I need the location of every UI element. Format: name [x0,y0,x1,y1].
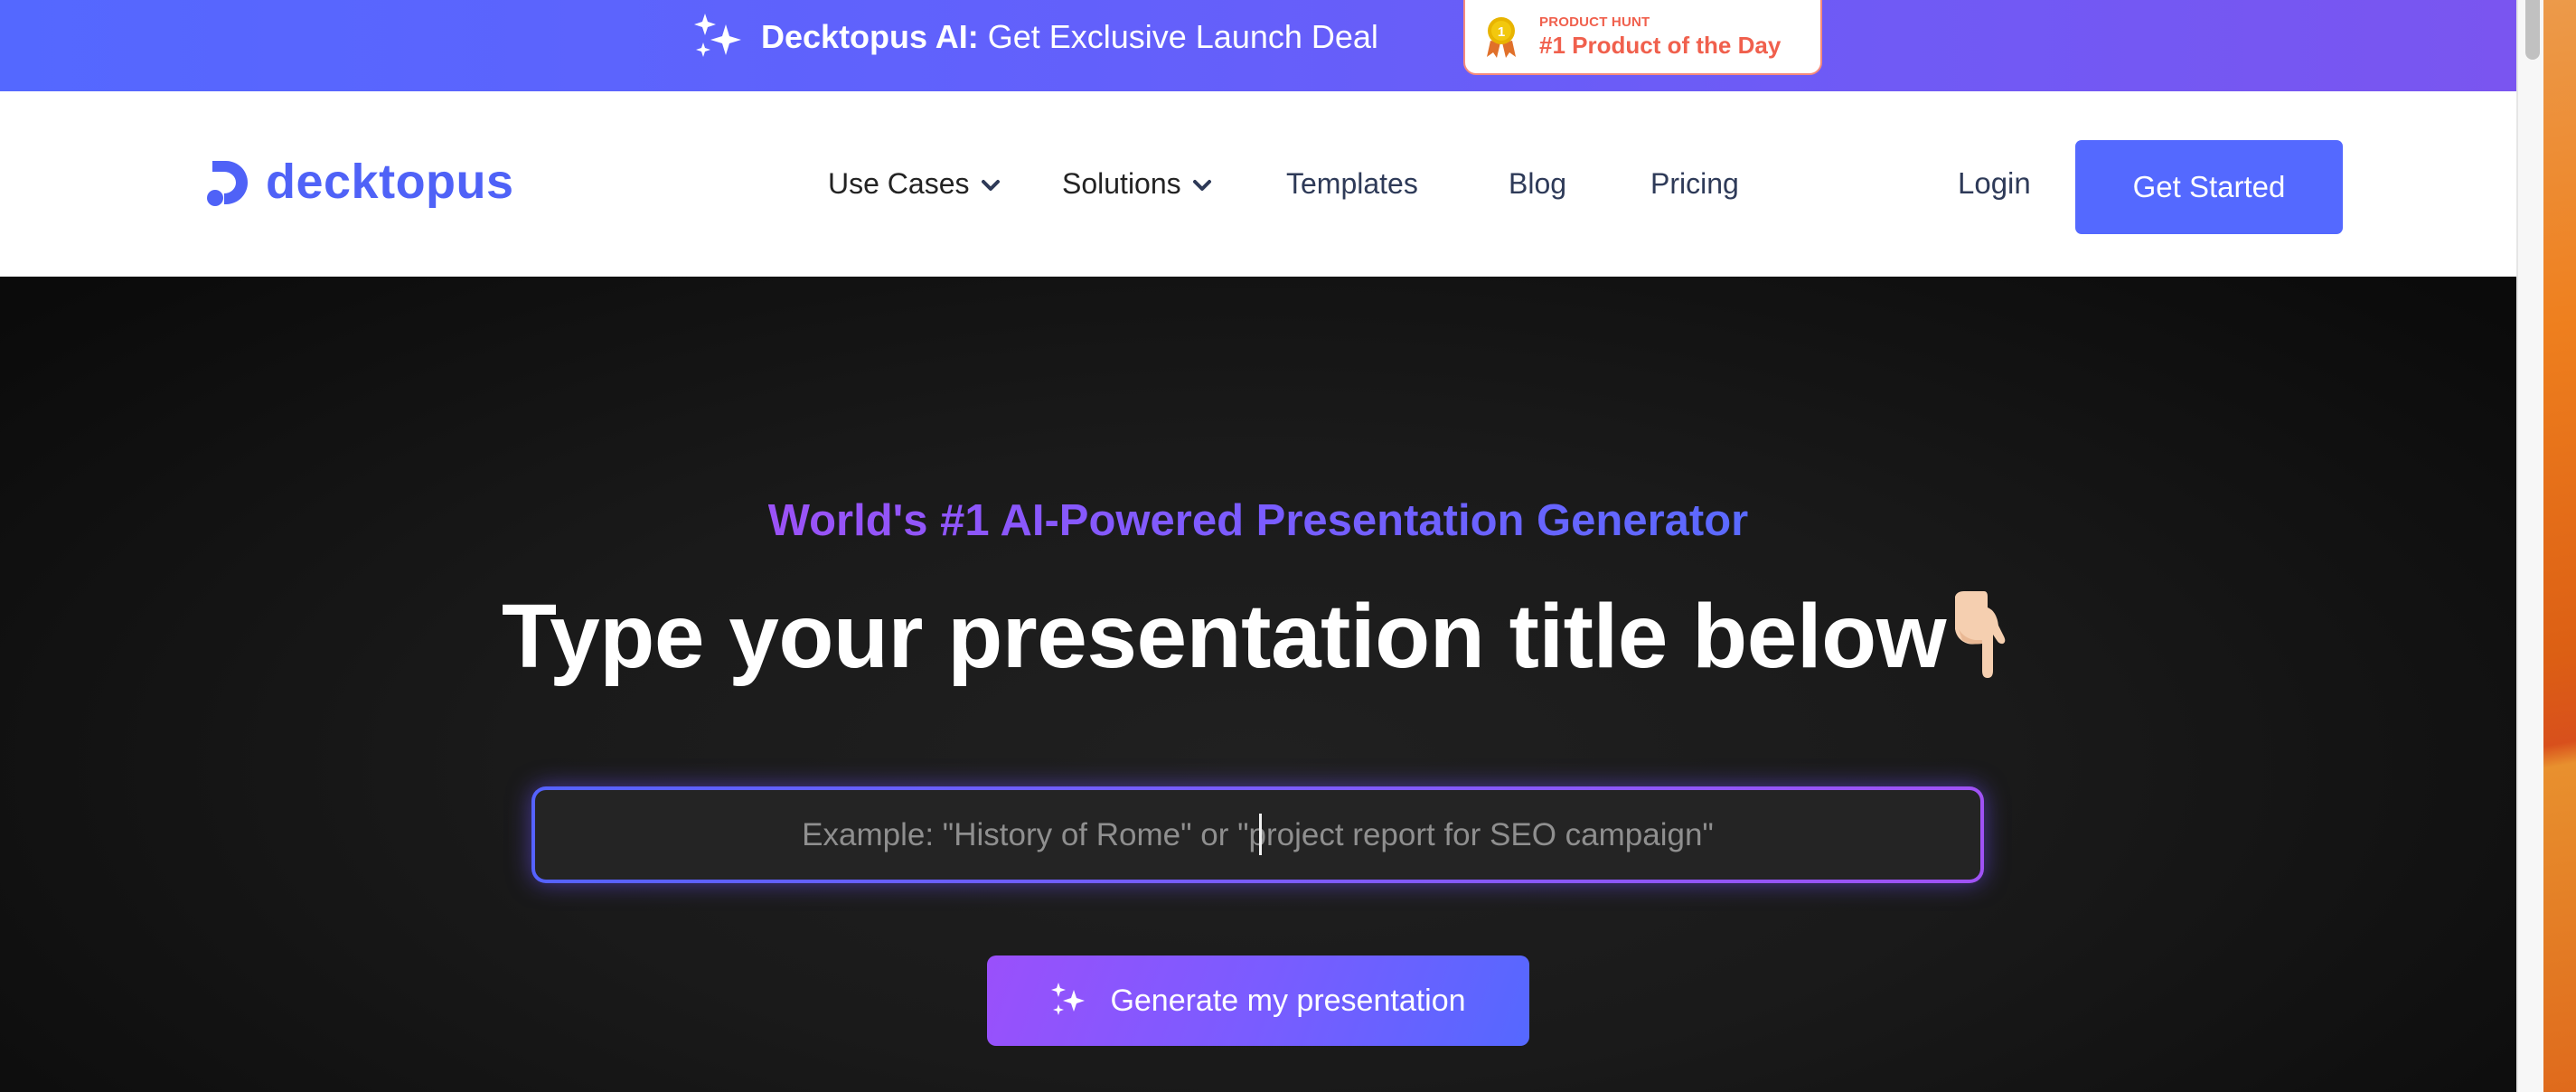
nav-pricing[interactable]: Pricing [1650,164,1739,203]
logo[interactable]: decktopus [206,155,514,211]
product-hunt-badge[interactable]: 1 PRODUCT HUNT #1 Product of the Day [1463,0,1822,75]
nav-use-cases-label: Use Cases [828,167,970,200]
nav-blog[interactable]: Blog [1509,164,1566,203]
generate-button-label: Generate my presentation [1110,983,1466,1018]
product-hunt-label: PRODUCT HUNT [1539,14,1650,30]
sparkles-icon [694,14,741,57]
title-input-inner [535,789,1980,880]
presentation-title-input[interactable] [535,789,1980,880]
decktopus-logo-icon [207,161,248,206]
get-started-button[interactable]: Get Started [2075,140,2343,234]
generate-presentation-button[interactable]: Generate my presentation [987,956,1529,1046]
promo-brand: Decktopus AI: [761,18,979,55]
scrollbar-thumb[interactable] [2525,0,2540,60]
nav-solutions[interactable]: Solutions [1062,164,1212,203]
medal-number: 1 [1498,24,1505,40]
login-link[interactable]: Login [1958,164,2031,203]
medal-icon: 1 [1487,17,1516,58]
nav-blog-label: Blog [1509,167,1567,200]
chevron-down-icon [981,180,1000,191]
nav-pricing-label: Pricing [1650,167,1739,200]
text-caret [1259,814,1262,855]
pointing-down-hand-icon [1955,591,2006,678]
promo-banner[interactable]: Decktopus AI: Get Exclusive Launch Deal … [0,0,2516,91]
chevron-down-icon [1192,180,1211,191]
product-hunt-award: #1 Product of the Day [1539,32,1782,59]
nav-solutions-label: Solutions [1062,167,1181,200]
hero-section: World's #1 AI-Powered Presentation Gener… [0,277,2516,1092]
promo-banner-text[interactable]: Decktopus AI: Get Exclusive Launch Deal [761,14,1378,60]
title-input-container [531,786,1984,883]
browser-page: Decktopus AI: Get Exclusive Launch Deal … [0,0,2516,1092]
desktop-wallpaper [2543,0,2576,1092]
hero-headline-text: Type your presentation title below [501,586,1947,687]
sparkles-icon [1051,983,1086,1015]
hero-eyebrow: World's #1 AI-Powered Presentation Gener… [0,494,2516,548]
nav-templates[interactable]: Templates [1286,164,1418,203]
page-scrollbar[interactable] [2516,0,2543,1092]
hero-eyebrow-text: World's #1 AI-Powered Presentation Gener… [767,496,1749,545]
logo-text: decktopus [266,155,514,209]
hero-headline: Type your presentation title below [0,582,2516,691]
nav-use-cases[interactable]: Use Cases [828,164,1001,203]
promo-message: Get Exclusive Launch Deal [978,18,1378,55]
navbar: decktopus Use Cases Solutions Templates … [0,91,2516,277]
nav-templates-label: Templates [1286,167,1418,200]
